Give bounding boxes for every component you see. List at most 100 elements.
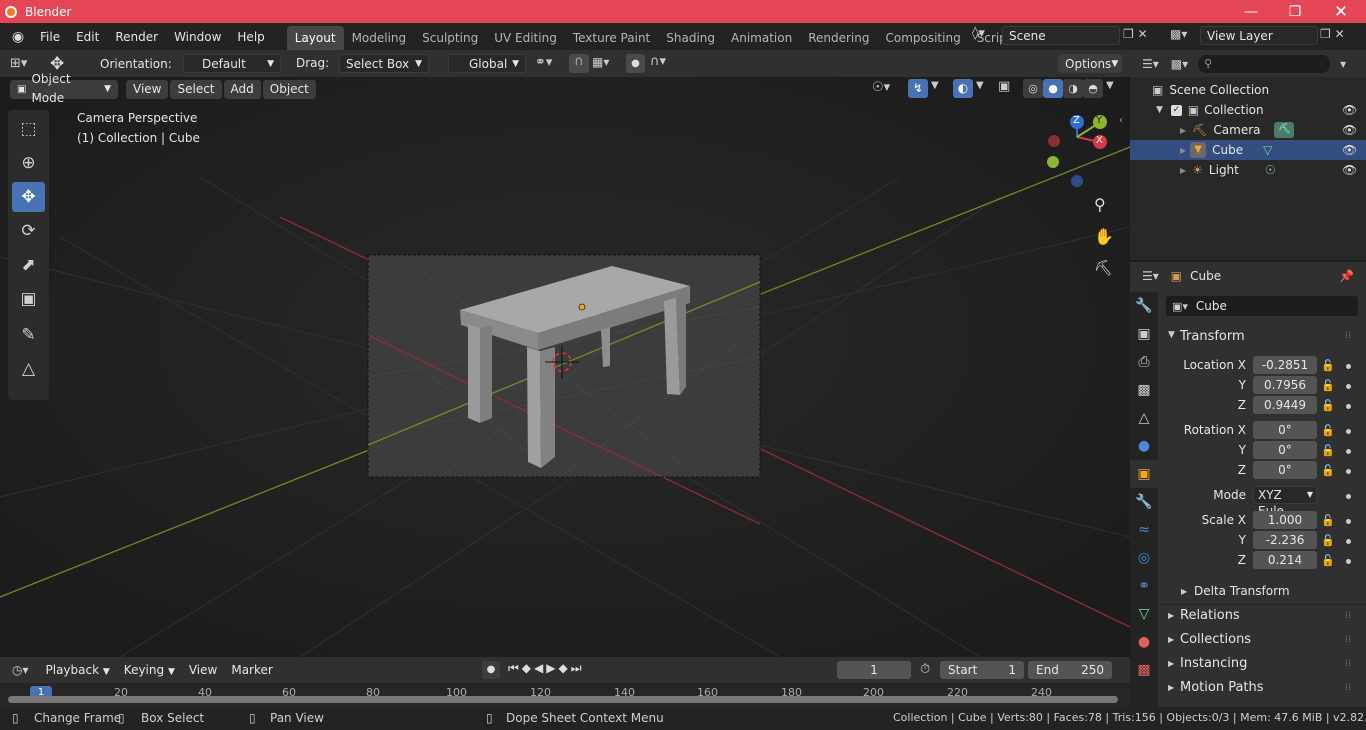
solid-shading-icon[interactable]: ● xyxy=(1043,79,1063,98)
expand-arrow-icon[interactable]: ▶ xyxy=(1180,126,1186,135)
expand-arrow-icon[interactable]: ▶ xyxy=(1168,683,1174,692)
overlay-toggle-icon[interactable]: ◐ xyxy=(953,79,973,98)
mode-dropdown[interactable]: ▣ Object Mode ▼ xyxy=(10,72,118,105)
constraints-tab-icon[interactable]: ⚭ xyxy=(1130,572,1158,600)
expand-arrow-icon[interactable]: ▶ xyxy=(1168,611,1174,620)
view-layer-field[interactable]: View Layer xyxy=(1200,26,1318,45)
motion-paths-section[interactable]: Motion Paths xyxy=(1180,680,1264,695)
keyframe-dot-icon[interactable] xyxy=(1346,364,1351,369)
menu-view[interactable]: View xyxy=(126,79,169,99)
close-icon[interactable]: ✕ xyxy=(1318,0,1364,23)
outliner-row-cube[interactable]: ▶ ▼ Cube ▽ 👁 xyxy=(1130,140,1366,160)
drag-handle-icon[interactable]: ⁞⁞ xyxy=(1345,658,1351,669)
annotate-tool-icon[interactable]: ✎ xyxy=(12,320,45,350)
keyframe-dot-icon[interactable] xyxy=(1346,494,1351,499)
modifier-tab-icon[interactable]: 🔧 xyxy=(1130,488,1158,516)
chevron-down-icon[interactable]: ▼ xyxy=(1106,80,1114,91)
scene-copy-icon[interactable]: ❐ ✕ xyxy=(1123,27,1148,41)
stopwatch-icon[interactable]: ⏱ xyxy=(920,662,930,677)
output-tab-icon[interactable]: ⎙ xyxy=(1130,348,1158,376)
rendered-shading-icon[interactable]: ◓ xyxy=(1083,79,1103,98)
properties-editor-icon[interactable]: ☰▾ xyxy=(1142,269,1159,283)
drag-handle-icon[interactable]: ⁞⁞ xyxy=(1345,330,1351,341)
tab-compositing[interactable]: Compositing xyxy=(877,26,968,50)
expand-arrow-icon[interactable]: ▶ xyxy=(1180,166,1186,175)
rotation-x-field[interactable]: 0° xyxy=(1253,421,1317,439)
lock-icon[interactable]: 🔓 xyxy=(1321,464,1335,477)
drag-handle-icon[interactable]: ⁞⁞ xyxy=(1345,610,1351,621)
tab-shading[interactable]: Shading xyxy=(658,26,723,50)
proportional-edit-icon[interactable]: ● xyxy=(626,54,645,73)
scene-selector-icon[interactable]: ◊▾ xyxy=(972,26,998,46)
delta-transform-section[interactable]: Delta Transform xyxy=(1194,584,1290,598)
camera-data-icon[interactable]: ⛏ xyxy=(1274,122,1295,138)
display-mode-icon[interactable]: ▩▾ xyxy=(1171,57,1188,71)
checkbox-icon[interactable]: ✓ xyxy=(1170,104,1182,116)
menu-playback[interactable]: Playback ▼ xyxy=(39,661,117,680)
visibility-icon[interactable]: ☉▾ xyxy=(872,80,890,95)
snap-target-icon[interactable]: ▦▾ xyxy=(592,55,609,69)
lock-icon[interactable]: 🔓 xyxy=(1321,399,1335,412)
instancing-section[interactable]: Instancing xyxy=(1180,656,1247,671)
snap-icon[interactable]: ∩ xyxy=(569,54,589,73)
chevron-down-icon[interactable]: ▼ xyxy=(976,80,984,91)
scale-tool-icon[interactable]: ⬈ xyxy=(12,250,45,280)
mesh-data-icon[interactable]: ▽ xyxy=(1263,143,1272,157)
keyframe-dot-icon[interactable] xyxy=(1346,384,1351,389)
lock-icon[interactable]: 🔓 xyxy=(1321,444,1335,457)
timeline-editor-icon[interactable]: ◷▾ xyxy=(12,663,29,677)
rotation-z-field[interactable]: 0° xyxy=(1253,461,1317,479)
editor-type-icon[interactable]: ⊞▾ xyxy=(10,56,40,71)
scale-z-field[interactable]: 0.214 xyxy=(1253,551,1317,569)
datablock-field[interactable]: ▣▾ Cube xyxy=(1166,296,1358,316)
expand-arrow-icon[interactable]: ▶ xyxy=(1168,635,1174,644)
select-box-tool-icon[interactable]: ⬚ xyxy=(12,114,45,144)
tab-uv-editing[interactable]: UV Editing xyxy=(486,26,565,50)
menu-window[interactable]: Window xyxy=(166,26,229,48)
material-shading-icon[interactable]: ◑ xyxy=(1063,79,1083,98)
lock-icon[interactable]: 🔓 xyxy=(1321,424,1335,437)
scene-tab-icon[interactable]: △ xyxy=(1130,404,1158,432)
drag-handle-icon[interactable]: ⁞⁞ xyxy=(1345,682,1351,693)
keyframe-dot-icon[interactable] xyxy=(1346,429,1351,434)
relations-section[interactable]: Relations xyxy=(1180,608,1240,623)
transform-orientation-dropdown[interactable]: Global ▼ xyxy=(448,54,526,73)
camera-view-icon[interactable]: ⛏ xyxy=(1094,259,1113,277)
expand-arrow-icon[interactable]: ▼ xyxy=(1156,105,1163,115)
outliner-row-camera[interactable]: ▶ ⛏ Camera ⛏ 👁 xyxy=(1130,120,1366,140)
data-tab-icon[interactable]: ▽ xyxy=(1130,600,1158,628)
lock-icon[interactable]: 🔓 xyxy=(1321,514,1335,527)
transform-section-title[interactable]: Transform xyxy=(1180,329,1245,344)
tab-animation[interactable]: Animation xyxy=(723,26,800,50)
drag-dropdown[interactable]: Select Box ▼ xyxy=(339,54,429,73)
options-dropdown[interactable]: Options ▼ xyxy=(1058,54,1122,73)
transform-tool-icon[interactable]: ▣ xyxy=(12,284,45,314)
keyframe-dot-icon[interactable] xyxy=(1346,469,1351,474)
menu-object[interactable]: Object xyxy=(262,79,316,99)
timeline-ruler[interactable]: 1 20 40 60 80 100 120 140 160 180 200 22… xyxy=(0,683,1130,707)
eye-icon[interactable]: 👁 xyxy=(1342,143,1357,157)
location-y-field[interactable]: 0.7956 xyxy=(1253,376,1317,394)
view-layer-icon[interactable]: ▩▾ xyxy=(1170,27,1187,41)
timeline-scrollbar[interactable] xyxy=(8,696,1118,703)
orientation-dropdown[interactable]: Default ▼ xyxy=(183,54,281,73)
blender-menu-icon[interactable]: ◉ xyxy=(4,29,32,45)
scale-x-field[interactable]: 1.000 xyxy=(1253,511,1317,529)
eye-icon[interactable]: 👁 xyxy=(1342,103,1357,117)
texture-tab-icon[interactable]: ▩ xyxy=(1130,656,1158,684)
falloff-icon[interactable]: ∩▾ xyxy=(650,54,666,69)
scene-field[interactable]: Scene xyxy=(1002,26,1120,45)
eye-icon[interactable]: 👁 xyxy=(1342,123,1357,137)
menu-render[interactable]: Render xyxy=(107,26,166,48)
tab-rendering[interactable]: Rendering xyxy=(800,26,877,50)
pan-hand-icon[interactable]: ✋ xyxy=(1094,227,1114,246)
location-x-field[interactable]: -0.2851 xyxy=(1253,356,1317,374)
view-layer-copy-icon[interactable]: ❐ ✕ xyxy=(1320,27,1345,41)
outliner-row-collection[interactable]: ▼ ✓ ▣ Collection 👁 xyxy=(1130,100,1366,120)
drag-handle-icon[interactable]: ⁞⁞ xyxy=(1345,634,1351,645)
cursor-tool-icon[interactable]: ⊕ xyxy=(12,148,45,178)
particles-tab-icon[interactable]: ≈ xyxy=(1130,516,1158,544)
start-frame-field[interactable]: Start 1 xyxy=(940,661,1024,679)
filter-icon[interactable]: ▾ xyxy=(1340,57,1346,71)
collections-section[interactable]: Collections xyxy=(1180,632,1251,647)
